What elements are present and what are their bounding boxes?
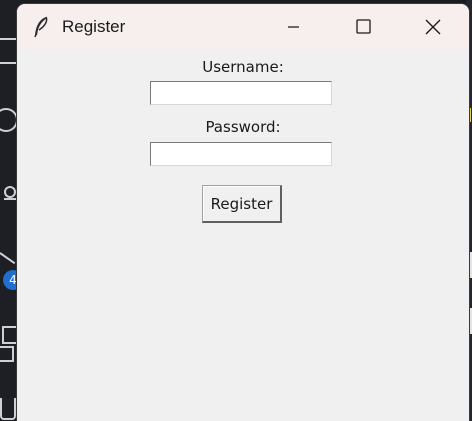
- title-bar[interactable]: Register: [17, 4, 469, 50]
- password-label: Password:: [205, 118, 281, 136]
- minimize-button[interactable]: [258, 4, 328, 50]
- username-label: Username:: [202, 58, 284, 76]
- window-title: Register: [62, 17, 126, 36]
- register-window: Register Username: Password: Register: [17, 4, 469, 421]
- maximize-button[interactable]: [328, 4, 398, 50]
- run-debug-icon[interactable]: [0, 252, 16, 265]
- close-icon: [425, 19, 441, 35]
- form-area: Username: Password: Register: [17, 50, 469, 421]
- register-button[interactable]: Register: [202, 185, 282, 223]
- password-input[interactable]: [150, 142, 332, 166]
- minimize-icon: [288, 26, 299, 28]
- source-control-icon[interactable]: [4, 186, 16, 198]
- close-button[interactable]: [398, 4, 468, 50]
- maximize-icon: [356, 19, 371, 34]
- search-icon[interactable]: [0, 108, 18, 132]
- files-icon[interactable]: [0, 38, 18, 64]
- feather-icon: [31, 15, 51, 39]
- username-input[interactable]: [150, 81, 332, 105]
- source-control-branch-icon: [4, 198, 16, 200]
- extensions-icon-part: [0, 346, 14, 362]
- testing-flask-icon[interactable]: [0, 398, 16, 420]
